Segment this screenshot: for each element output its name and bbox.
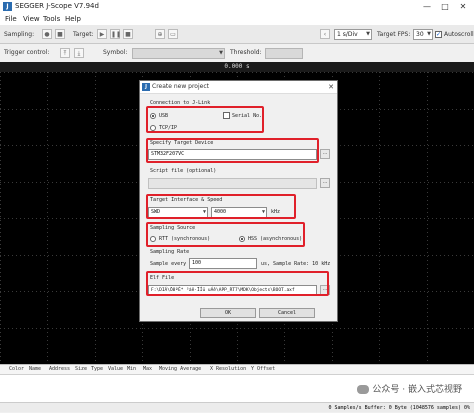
time-readout: 0.000 s <box>0 62 474 72</box>
target-stop-icon[interactable]: ■ <box>123 29 133 39</box>
cancel-button[interactable]: Cancel <box>259 308 315 318</box>
autoscroll-label: Autoscroll <box>444 31 474 38</box>
col-type[interactable]: Type <box>91 365 103 374</box>
interface-label: Target Interface & Speed <box>150 197 223 203</box>
target-pause-icon[interactable]: ❚❚ <box>110 29 121 39</box>
sampling-label: Sampling: <box>4 31 35 38</box>
col-min[interactable]: Min <box>127 365 136 374</box>
app-logo-icon: J <box>3 2 12 11</box>
sample-every-input[interactable]: 100 <box>189 258 257 269</box>
device-input[interactable]: STM32F207VC <box>148 149 317 160</box>
hss-label: HSS (asynchronous) <box>248 236 303 242</box>
threshold-input[interactable] <box>265 48 303 59</box>
window-title: SEGGER J-Scope V7.94d <box>15 2 99 10</box>
maximize-icon[interactable]: □ <box>436 0 454 13</box>
target-fps-label: Target FPS: <box>377 31 411 38</box>
menu-help[interactable]: Help <box>65 13 81 25</box>
col-color[interactable]: Color <box>9 365 24 374</box>
zoom-icon[interactable]: ⊕ <box>155 29 165 39</box>
trigger-control-label: Trigger control: <box>4 49 50 56</box>
dialog-close-icon[interactable]: ✕ <box>328 81 334 93</box>
timebase-select[interactable]: 1 s/Div ▼ <box>334 29 372 40</box>
chevron-down-icon: ▼ <box>427 31 431 37</box>
sampling-source-label: Sampling Source <box>150 225 196 231</box>
speed-select[interactable]: 4000 ▼ <box>211 207 267 218</box>
minimize-icon[interactable]: — <box>418 0 436 13</box>
rtt-label: RTT (synchronous) <box>159 236 211 242</box>
usb-radio[interactable] <box>150 113 156 119</box>
elf-browse-button[interactable]: ... <box>320 285 330 295</box>
tcpip-label: TCP/IP <box>159 125 178 131</box>
rtt-radio[interactable] <box>150 236 156 242</box>
target-play-icon[interactable]: ▶ <box>97 29 107 39</box>
col-x-resolution[interactable]: X Resolution <box>210 365 246 374</box>
chevron-down-icon: ▼ <box>202 209 206 215</box>
close-icon[interactable]: ✕ <box>454 0 472 13</box>
sampling-rate-label: Sampling Rate <box>150 249 190 255</box>
symbol-select[interactable]: ▼ <box>132 48 225 59</box>
chevron-down-icon: ▼ <box>219 50 223 56</box>
connection-label: Connection to J-Link <box>150 100 211 106</box>
col-size[interactable]: Size <box>75 365 87 374</box>
app-logo-icon: J <box>142 83 150 91</box>
fit-icon[interactable]: ▭ <box>168 29 178 39</box>
target-label: Target: <box>73 31 94 38</box>
threshold-label: Threshold: <box>230 49 262 56</box>
usb-label: USB <box>159 113 169 119</box>
dialog-title: Create new project <box>152 83 209 90</box>
target-fps-select[interactable]: 30 ▼ <box>413 29 433 40</box>
trigger-bar: Trigger control: ⤒ ⤓ Symbol: ▼ Threshold… <box>0 45 474 61</box>
device-label: Specify Target Device <box>150 140 214 146</box>
menu-file[interactable]: File <box>5 13 17 25</box>
sample-every-label: Sample every <box>150 261 187 267</box>
status-bar: 0 Samples/s Buffer: 0 Byte (1048576 samp… <box>0 402 474 412</box>
elf-file-label: Elf File <box>150 275 175 281</box>
menu-bar: File View Tools Help <box>0 13 474 25</box>
hss-radio[interactable] <box>239 236 245 242</box>
record-icon[interactable]: ● <box>42 29 52 39</box>
tcpip-radio[interactable] <box>150 125 156 131</box>
speed-unit-label: kHz <box>271 209 281 215</box>
chevron-down-icon: ▼ <box>366 31 370 37</box>
sample-rate-text: us, Sample Rate: 10 kHz <box>261 261 331 267</box>
toolbar: Sampling: ● ■ Target: ▶ ❚❚ ■ ⊕ ▭ ‹ 1 s/D… <box>0 25 474 44</box>
menu-view[interactable]: View <box>23 13 40 25</box>
chevron-down-icon: ▼ <box>261 209 265 215</box>
col-max[interactable]: Max <box>143 365 152 374</box>
watermark: 公众号 · 嵌入式芯视野 <box>357 382 462 395</box>
script-input[interactable] <box>148 178 317 189</box>
autoscroll-checkbox[interactable]: ✓ <box>435 31 442 38</box>
create-project-dialog: J Create new project ✕ Connection to J-L… <box>139 80 338 322</box>
serial-no-checkbox[interactable] <box>223 112 230 119</box>
col-y-offset[interactable]: Y Offset <box>251 365 275 374</box>
elf-file-input[interactable]: F:\DIÁ\Ö8ºÈ* ³áê·ÏÍü uÁê\APP_RT7\MDK\Obj… <box>148 285 317 296</box>
interface-select[interactable]: SWD ▼ <box>148 207 208 218</box>
script-label: Script file (optional) <box>150 168 217 174</box>
col-value[interactable]: Value <box>108 365 123 374</box>
wechat-icon <box>357 385 370 394</box>
symbol-label: Symbol: <box>103 49 128 56</box>
ok-button[interactable]: OK <box>200 308 256 318</box>
col-address[interactable]: Address <box>49 365 70 374</box>
device-browse-button[interactable]: ... <box>320 149 330 159</box>
menu-tools[interactable]: Tools <box>43 13 60 25</box>
timebase-prev-icon[interactable]: ‹ <box>320 29 330 39</box>
dialog-title-bar: J Create new project ✕ <box>140 81 337 94</box>
col-moving-average[interactable]: Moving Average <box>159 365 201 374</box>
col-name[interactable]: Name <box>29 365 41 374</box>
title-bar: J SEGGER J-Scope V7.94d — □ ✕ <box>0 0 474 13</box>
stop-icon[interactable]: ■ <box>55 29 65 39</box>
table-header: Color Name Address Size Type Value Min M… <box>0 365 474 375</box>
serial-no-label: Serial No. <box>232 113 263 119</box>
trigger-falling-icon[interactable]: ⤓ <box>74 48 84 58</box>
script-browse-button[interactable]: ... <box>320 178 330 188</box>
trigger-rising-icon[interactable]: ⤒ <box>60 48 70 58</box>
